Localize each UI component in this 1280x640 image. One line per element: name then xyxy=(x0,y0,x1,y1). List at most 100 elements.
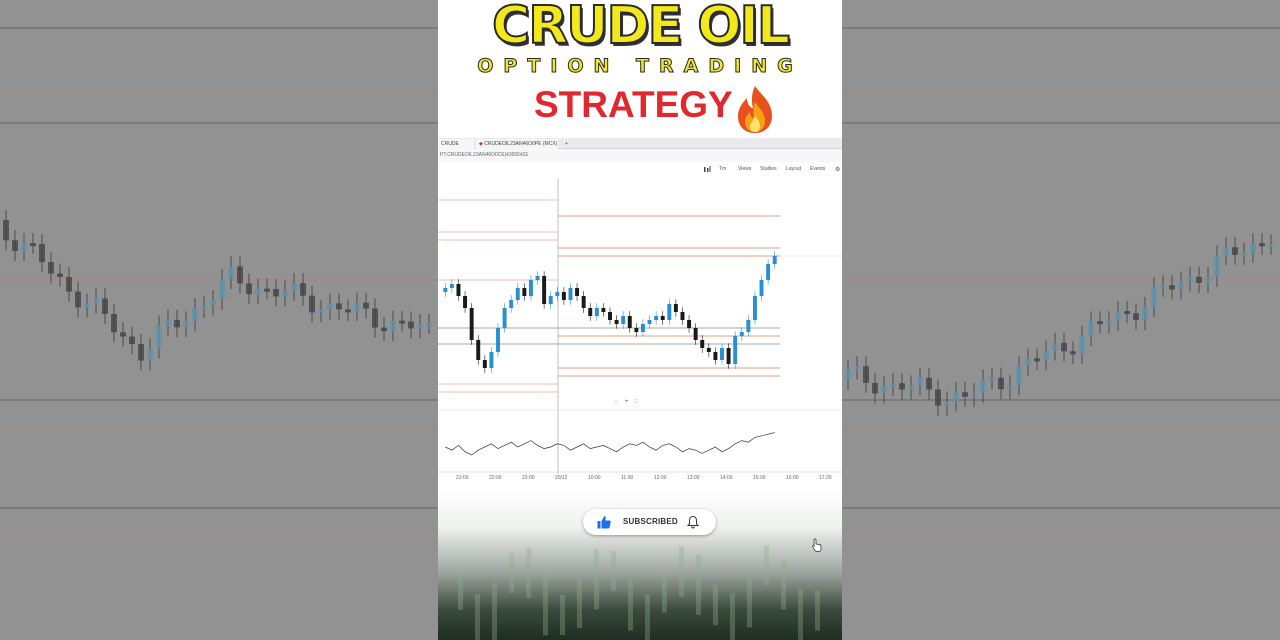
faded-candle xyxy=(509,552,514,593)
candle-body xyxy=(555,292,560,296)
browser-tab[interactable]: ◆ CRUDEOIL23AN46O0PE (MCX) xyxy=(476,139,558,149)
faded-candle xyxy=(458,570,463,610)
browser-tab-bar: CRUDE (MCX) ◆ CRUDEOIL23AN46O0PE (MCX) + xyxy=(438,138,842,157)
faded-candle xyxy=(696,554,701,615)
faded-candle xyxy=(526,547,531,598)
left-blurred-candles xyxy=(0,0,438,640)
candle-body xyxy=(726,348,731,364)
faded-candle xyxy=(492,582,497,640)
x-tick-label: 12:00 xyxy=(654,475,667,481)
toolbar-views[interactable]: Views xyxy=(738,166,751,172)
faded-candle xyxy=(611,550,616,591)
faded-candle xyxy=(764,545,769,586)
candle-body xyxy=(647,320,652,324)
blur-overlay xyxy=(0,0,438,640)
title-strategy: STRATEGY xyxy=(534,84,733,125)
candle-body xyxy=(568,288,573,300)
thumbs-up-icon[interactable] xyxy=(597,515,611,529)
hand-cursor-icon xyxy=(812,538,822,552)
candle-body xyxy=(528,280,533,296)
candle-body xyxy=(627,316,632,328)
x-tick-label: 10:00 xyxy=(588,475,601,481)
faded-candle xyxy=(475,594,480,640)
candle-body xyxy=(772,256,777,264)
candle-body xyxy=(706,348,711,352)
faded-candle xyxy=(713,585,718,626)
candle-body xyxy=(667,304,672,320)
toolbar-studies[interactable]: Studies xyxy=(760,166,777,172)
candle-body xyxy=(588,308,593,316)
candle-body xyxy=(482,360,487,368)
candle-body xyxy=(496,328,500,352)
x-tick-label: 23:00 xyxy=(522,475,535,481)
settings-icon[interactable]: ⚙ xyxy=(835,166,840,173)
candle-body xyxy=(634,328,639,332)
thumbnail: CRUDE OIL OPTION TRADING STRATEGY CRUDE … xyxy=(0,0,1280,640)
candle-body xyxy=(469,308,474,340)
toolbar-layout[interactable]: Layout xyxy=(786,166,801,172)
x-tick-label: 20/12 xyxy=(555,475,568,481)
x-tick-label: 11:00 xyxy=(621,475,633,481)
candle-body xyxy=(614,320,619,324)
x-tick-label: 15:00 xyxy=(753,475,766,481)
subscribe-pill[interactable]: SUBSCRIBED xyxy=(583,509,822,552)
video-frame: CRUDE OIL OPTION TRADING STRATEGY CRUDE … xyxy=(438,0,842,640)
candle-body xyxy=(713,352,718,360)
candle-body xyxy=(575,288,580,296)
toolbar-tm[interactable]: Tm xyxy=(719,166,726,172)
faded-candle xyxy=(747,567,752,628)
candle-body xyxy=(502,308,507,328)
candle-body xyxy=(680,312,685,320)
candle-body xyxy=(489,352,494,368)
candle-type-icon[interactable] xyxy=(703,166,711,173)
candle-body xyxy=(463,296,468,308)
left-blurred-chart xyxy=(0,0,438,640)
faded-candle xyxy=(594,549,599,610)
bottom-fade: SUBSCRIBED xyxy=(438,490,842,640)
candle-body xyxy=(621,316,626,324)
candle-body xyxy=(449,284,454,288)
x-tick-label: 17:20 xyxy=(819,475,832,481)
price-chart[interactable]: - +:: 21:00 22:00 23:00 20/12 10:00 11:00 12:00 1… xyxy=(438,178,842,484)
indicator-line xyxy=(445,432,775,456)
candle-body xyxy=(739,332,744,336)
blur-overlay xyxy=(842,0,1280,640)
new-tab-button[interactable]: + xyxy=(562,139,572,149)
candle-body xyxy=(733,336,738,364)
candle-body xyxy=(693,328,698,340)
candle-body xyxy=(608,312,612,320)
fire-icon xyxy=(738,86,772,133)
faded-candle xyxy=(628,580,633,631)
right-blurred-candles xyxy=(842,0,1280,640)
candle-body xyxy=(654,316,659,320)
faded-candle xyxy=(662,572,667,613)
tab-label: CRUDEOIL23AN46O0PE (MCX) xyxy=(484,141,558,147)
candle-body xyxy=(548,296,553,304)
candle-body xyxy=(766,264,771,280)
zoom-control: :: xyxy=(635,399,639,405)
toolbar-events[interactable]: Events xyxy=(810,166,825,172)
x-tick-label: 21:00 xyxy=(456,475,469,481)
candle-body xyxy=(746,320,751,332)
x-tick-label: 22:00 xyxy=(489,475,502,481)
candle-body xyxy=(759,280,764,296)
candle-body xyxy=(700,340,705,348)
candle-body xyxy=(752,296,757,320)
faded-candle xyxy=(679,546,684,597)
url-bar[interactable]: PT.CRUDEOIL23AN46O0CE|43655431 xyxy=(438,149,842,162)
bell-icon[interactable] xyxy=(686,515,700,529)
x-tick-label: 13:00 xyxy=(687,475,700,481)
faded-candle xyxy=(730,593,735,640)
candle-body xyxy=(509,300,514,308)
browser-tab[interactable]: CRUDE (MCX) xyxy=(438,139,474,157)
candle-body xyxy=(601,308,606,312)
candle-body xyxy=(542,276,547,304)
faded-candle xyxy=(560,594,565,635)
candle-body xyxy=(443,288,448,292)
x-tick-label: 16:00 xyxy=(786,475,799,481)
chart-toolbar: Tm Views Studies Layout Events ⚙ xyxy=(438,162,842,178)
candle-body xyxy=(515,288,520,300)
subscribed-label: SUBSCRIBED xyxy=(623,517,678,526)
title-option-trading: OPTION TRADING xyxy=(477,55,803,78)
candle-body xyxy=(687,320,692,328)
